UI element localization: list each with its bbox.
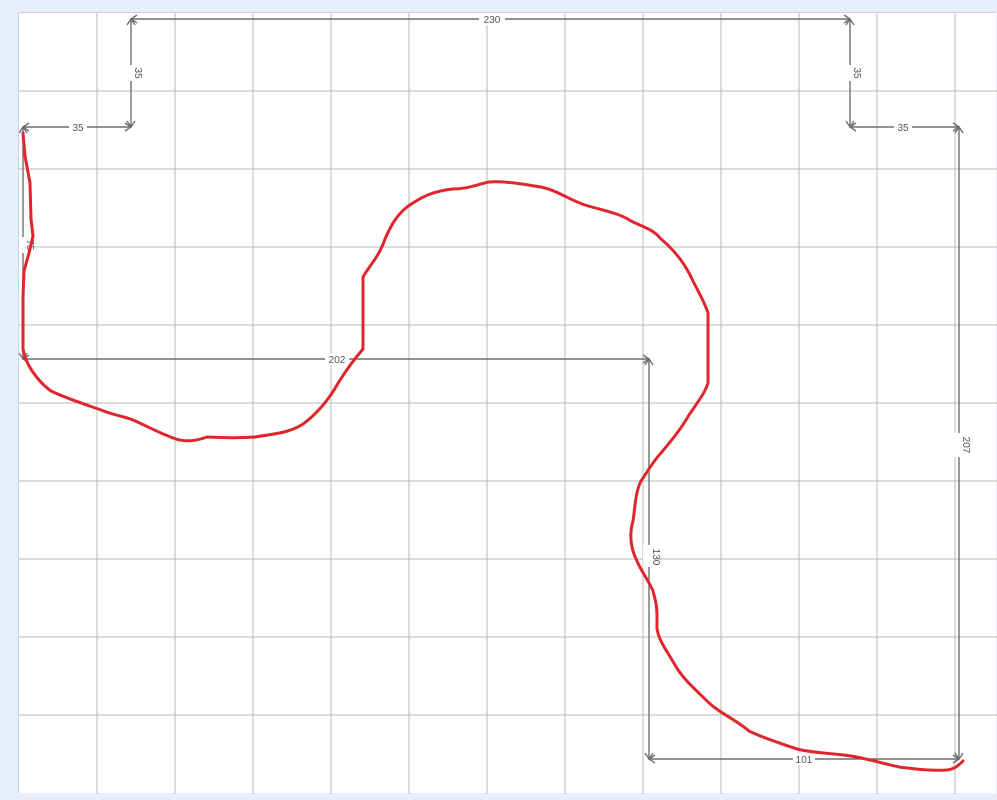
label-top-width: 230 [484,15,501,26]
drawing-canvas[interactable]: 230 35 35 35 35 75 202 130 207 101 [18,12,997,794]
label-left-step-width: 35 [72,123,84,134]
dimension-labels: 230 35 35 35 35 75 202 130 207 101 [19,13,971,766]
freehand-sketch-path[interactable] [21,131,965,772]
label-left-step-height: 35 [132,67,143,79]
dimension-lines [19,14,964,764]
diagram-svg[interactable]: 230 35 35 35 35 75 202 130 207 101 [19,13,997,794]
grid [19,13,997,794]
label-right-step-height: 35 [851,67,862,79]
label-bottom-width: 101 [796,755,813,766]
label-inner-height: 130 [650,549,661,566]
label-right-height: 207 [960,437,971,454]
label-middle-width: 202 [329,355,346,366]
label-right-step-width: 35 [897,123,909,134]
